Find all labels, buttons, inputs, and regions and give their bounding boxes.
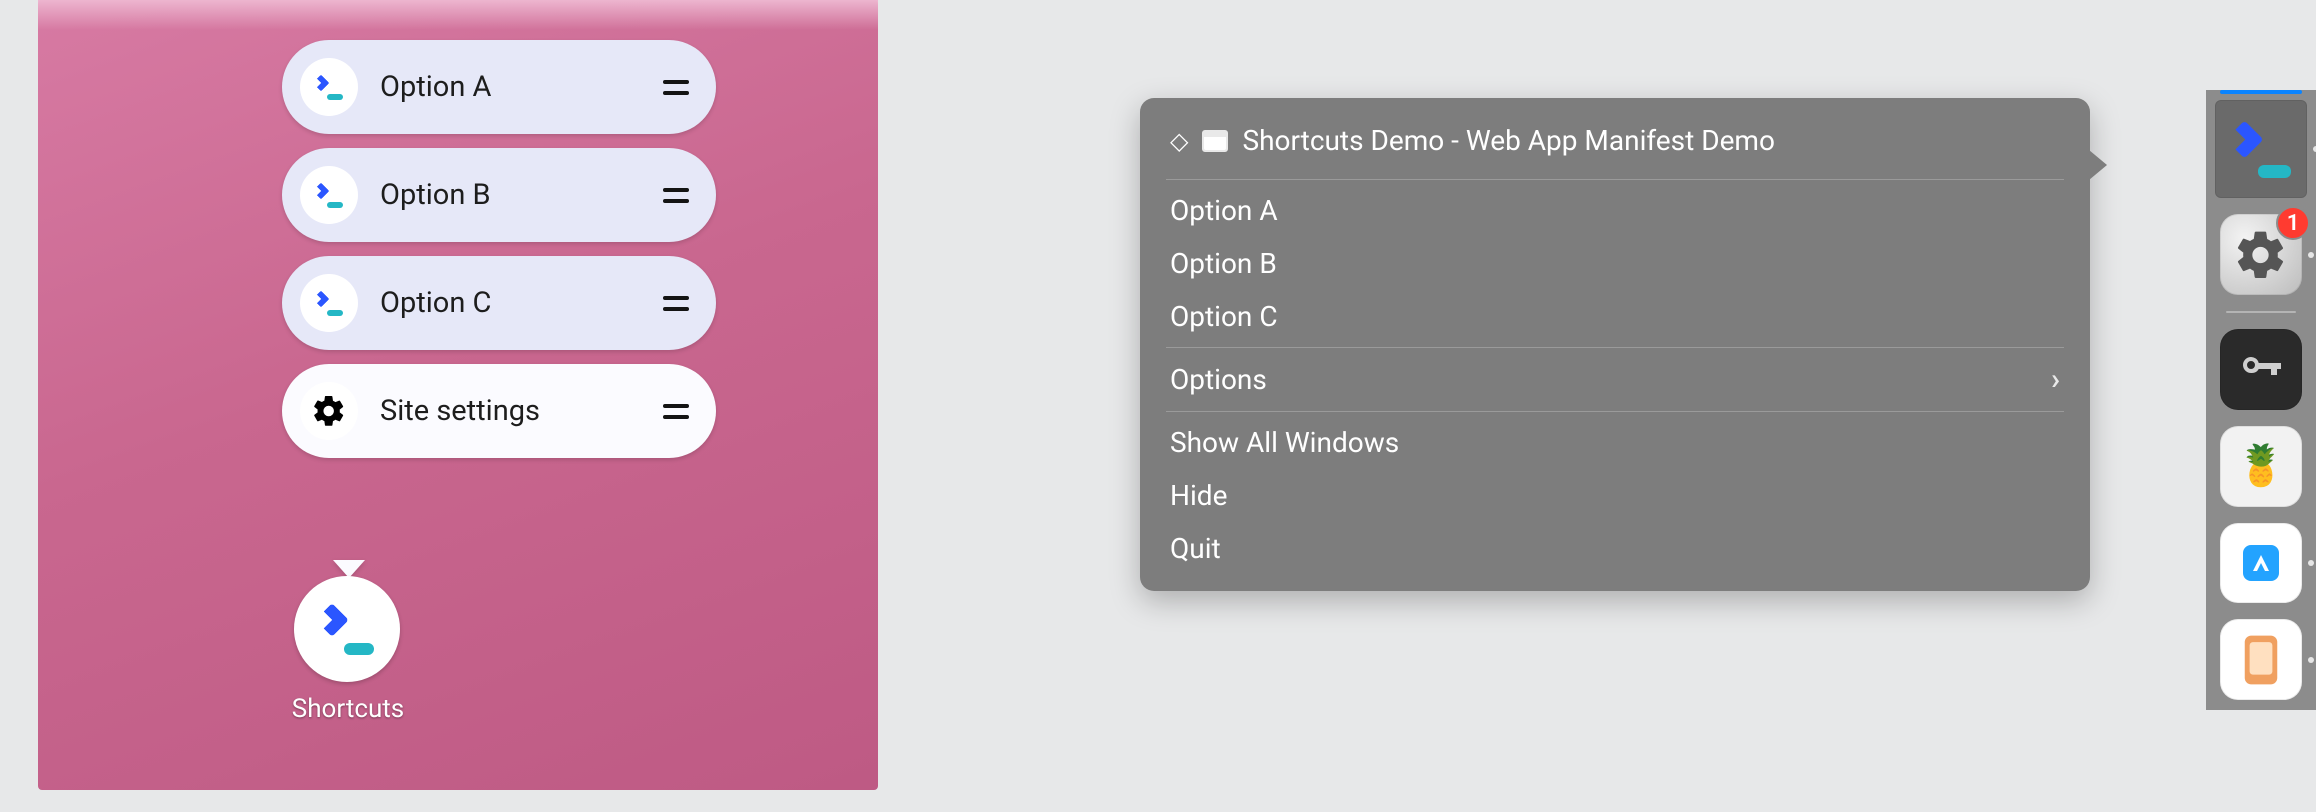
menu-pointer — [2089, 150, 2107, 180]
app-icon — [2237, 539, 2285, 587]
menu-separator — [1166, 347, 2064, 348]
gradient-fade — [38, 0, 878, 30]
shortcuts-logo-icon — [314, 596, 380, 662]
dock-item-shortcuts-demo[interactable] — [2215, 100, 2307, 198]
dock-active-indicator — [2220, 90, 2302, 94]
shortcut-item-site-settings[interactable]: Site settings — [282, 364, 716, 458]
dock-item-app-generic[interactable] — [2220, 523, 2302, 604]
running-indicator-dot — [2308, 560, 2314, 566]
chevron-right-icon: › — [2051, 362, 2060, 397]
dock-context-menu: ◇ Shortcuts Demo - Web App Manifest Demo… — [1140, 98, 2090, 591]
menu-item-hide[interactable]: Hide — [1140, 469, 2090, 522]
shortcuts-logo-icon — [312, 178, 346, 212]
menu-item-label: Option C — [1170, 300, 1278, 333]
menu-item-quit[interactable]: Quit — [1140, 522, 2090, 575]
dock-item-simulator[interactable] — [2220, 619, 2302, 700]
menu-item-show-all-windows[interactable]: Show All Windows — [1140, 416, 2090, 469]
window-icon — [1202, 130, 1228, 152]
keys-icon — [2237, 345, 2285, 393]
shortcut-label: Option B — [380, 178, 662, 212]
menu-item-option-b[interactable]: Option B — [1140, 237, 2090, 290]
menu-item-label: Hide — [1170, 479, 1227, 512]
notification-badge: 1 — [2276, 206, 2310, 240]
shortcuts-logo-icon — [312, 286, 346, 320]
menu-separator — [1166, 411, 2064, 412]
diamond-icon: ◇ — [1170, 127, 1188, 155]
menu-item-label: Option B — [1170, 247, 1277, 280]
shortcut-popup: Option A Option B Option C Site settings — [282, 40, 716, 458]
dock-item-keychain-access[interactable] — [2220, 329, 2302, 410]
shortcut-item-option-a[interactable]: Option A — [282, 40, 716, 134]
dock-separator — [2226, 311, 2296, 313]
android-homescreen: Option A Option B Option C Site settings — [38, 0, 878, 790]
shortcut-item-option-c[interactable]: Option C — [282, 256, 716, 350]
shortcut-label: Option A — [380, 70, 662, 104]
running-indicator-dot — [2308, 252, 2314, 258]
running-indicator-dot — [2308, 657, 2314, 663]
pineapple-icon: 🍍 — [2236, 446, 2286, 486]
menu-item-options[interactable]: Options › — [1140, 352, 2090, 407]
menu-item-option-a[interactable]: Option A — [1140, 184, 2090, 237]
app-launcher-icon[interactable] — [294, 576, 400, 682]
menu-title: Shortcuts Demo - Web App Manifest Demo — [1242, 124, 2060, 157]
app-caption: Shortcuts — [248, 694, 448, 724]
shortcut-app-icon — [300, 274, 358, 332]
menu-item-label: Option A — [1170, 194, 1278, 227]
drag-handle-icon[interactable] — [662, 80, 690, 95]
menu-item-option-c[interactable]: Option C — [1140, 290, 2090, 343]
shortcut-app-icon — [300, 166, 358, 224]
shortcuts-logo-icon — [312, 70, 346, 104]
menu-separator — [1166, 179, 2064, 180]
drag-handle-icon[interactable] — [662, 404, 690, 419]
dock-item-handbrake[interactable]: 🍍 — [2220, 426, 2302, 507]
drag-handle-icon[interactable] — [662, 188, 690, 203]
menu-item-label: Show All Windows — [1170, 426, 1399, 459]
menu-item-label: Quit — [1170, 532, 1221, 565]
menu-item-label: Options — [1170, 363, 1267, 396]
drag-handle-icon[interactable] — [662, 296, 690, 311]
dock-item-system-settings[interactable]: 1 — [2220, 214, 2302, 295]
macos-dock: 1 🍍 — [2206, 90, 2316, 710]
shortcuts-logo-icon — [2225, 113, 2297, 185]
shortcut-label: Site settings — [380, 394, 662, 428]
settings-gear-icon — [300, 382, 358, 440]
shortcut-app-icon — [300, 58, 358, 116]
phone-icon — [2241, 634, 2281, 686]
menu-title-row[interactable]: ◇ Shortcuts Demo - Web App Manifest Demo — [1140, 114, 2090, 175]
shortcut-item-option-b[interactable]: Option B — [282, 148, 716, 242]
shortcut-label: Option C — [380, 286, 662, 320]
